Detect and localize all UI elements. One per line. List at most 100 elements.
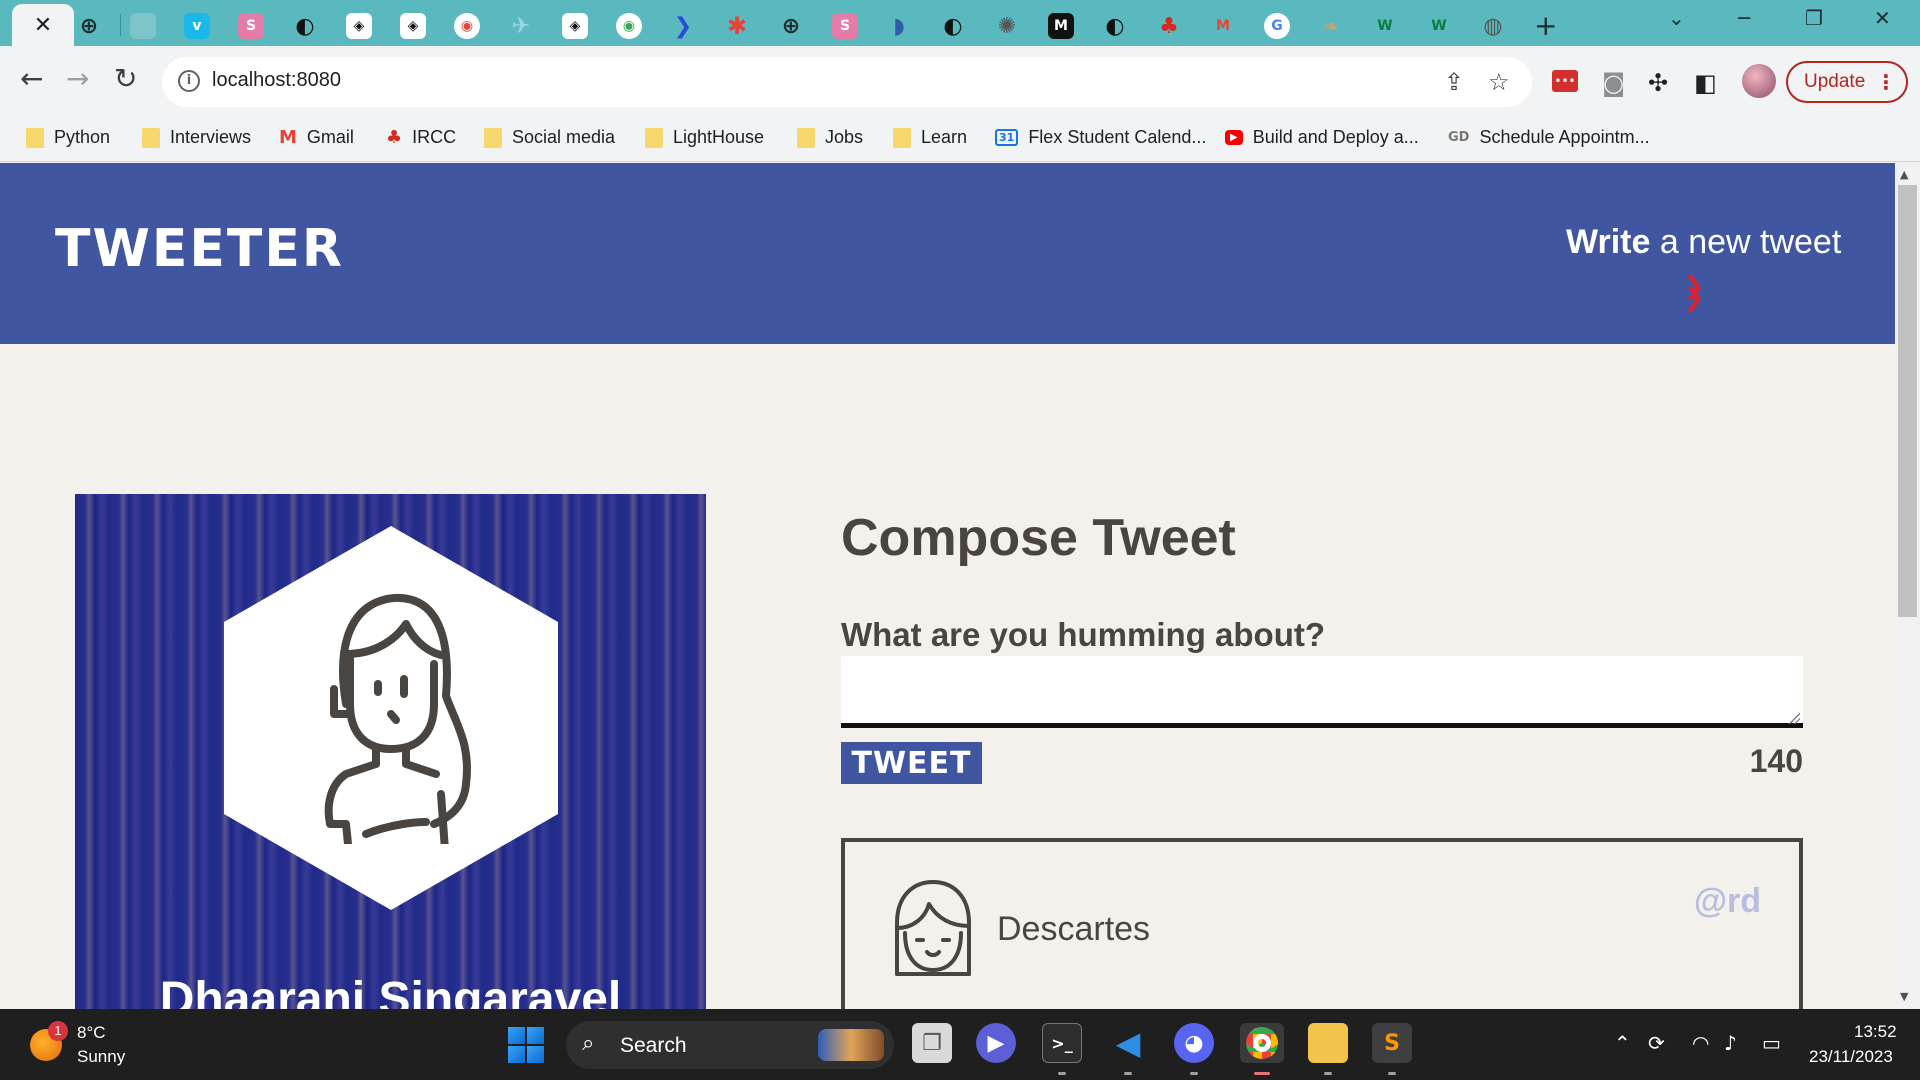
bookmark-label: Python	[54, 127, 111, 147]
tray-overflow-icon[interactable]: ⌃	[1614, 1031, 1631, 1055]
tab-favicon-codepen-icon[interactable]: ◈	[562, 13, 588, 39]
tab-close-icon[interactable]: ✕	[34, 13, 52, 38]
back-button[interactable]: ←	[20, 62, 43, 95]
bookmark-python[interactable]: Python	[26, 127, 110, 148]
bookmark-gmail[interactable]: M Gmail	[279, 127, 354, 148]
calendar-icon: 31	[995, 129, 1019, 146]
sync-icon[interactable]: ⟳	[1648, 1031, 1665, 1055]
scrollbar-thumb[interactable]	[1898, 185, 1917, 617]
tab-favicon-openai-icon[interactable]: ✺	[994, 13, 1020, 39]
tab-favicon-link-icon[interactable]: S	[832, 13, 858, 39]
double-chevron-down-icon[interactable]: ❯ ❯	[1684, 274, 1704, 309]
tab-favicon-maple-leaf-icon[interactable]: ♣	[1156, 13, 1182, 39]
extensions-puzzle-icon[interactable]: ✣	[1648, 69, 1668, 97]
tweet-textarea[interactable]	[841, 656, 1803, 728]
profile-avatar[interactable]	[1742, 64, 1776, 98]
minimize-button[interactable]: ─	[1738, 6, 1750, 30]
bookmark-jobs[interactable]: Jobs	[797, 127, 863, 148]
reload-button[interactable]: ↻	[114, 62, 137, 95]
terminal-icon[interactable]: >_	[1042, 1023, 1082, 1063]
tab-favicon-chrome-icon[interactable]: ◉	[616, 13, 642, 39]
bookmark-build-deploy[interactable]: ▶ Build and Deploy a...	[1225, 127, 1419, 148]
windows-taskbar: 1 8°C Sunny ⌕ Search ❐ ▶ >_ ◀ ◕ S ⌃ ⟳ ◠ …	[0, 1009, 1920, 1080]
gmail-icon: M	[279, 127, 297, 148]
bookmark-ircc[interactable]: ♣ IRCC	[386, 127, 456, 148]
windows-start-icon[interactable]	[508, 1027, 544, 1063]
teams-chat-icon[interactable]: ▶	[976, 1023, 1016, 1063]
forward-button[interactable]: →	[66, 62, 89, 95]
tab-favicon-w-icon[interactable]: W	[1426, 13, 1452, 39]
scroll-up-icon[interactable]: ▲	[1900, 168, 1908, 181]
tab-favicon-github-icon[interactable]: ◐	[940, 13, 966, 39]
tab-favicon-wave-icon[interactable]: ◗	[886, 13, 912, 39]
battery-icon[interactable]: ▭	[1762, 1031, 1781, 1055]
close-window-button[interactable]: ✕	[1874, 6, 1891, 30]
menu-kebab-icon[interactable]: ⋮	[1876, 63, 1896, 101]
bookmark-label: Learn	[921, 127, 968, 147]
tab-favicon-chatgpt-icon[interactable]	[130, 13, 156, 39]
tab-favicon-asterisk-icon[interactable]: ✱	[724, 12, 750, 40]
clock-date[interactable]: 23/11/2023	[1809, 1047, 1893, 1067]
tab-favicon-medium-icon[interactable]: M	[1048, 13, 1074, 39]
extension-red-icon[interactable]: •••	[1552, 70, 1578, 92]
tab-favicon-powershell-icon[interactable]: ❯	[670, 13, 696, 39]
folder-icon	[26, 127, 44, 148]
scroll-down-icon[interactable]: ▼	[1900, 990, 1908, 1003]
bookmark-interviews[interactable]: Interviews	[142, 127, 251, 148]
weather-condition[interactable]: Sunny	[77, 1047, 125, 1067]
folder-icon	[484, 127, 502, 148]
tab-favicon-codepen-icon[interactable]: ◈	[346, 13, 372, 39]
site-info-icon[interactable]: i	[178, 70, 200, 92]
tweet-button[interactable]: TWEET	[841, 742, 982, 784]
tab-favicon-w-icon[interactable]: W	[1372, 13, 1398, 39]
new-tab-button[interactable]: +	[1534, 9, 1557, 42]
tab-favicon-google-icon[interactable]: G	[1264, 13, 1290, 39]
compose-title: Compose Tweet	[841, 509, 1236, 567]
bookmark-social-media[interactable]: Social media	[484, 127, 615, 148]
share-icon[interactable]: ⇪	[1444, 68, 1464, 96]
bookmark-lighthouse[interactable]: LightHouse	[645, 127, 764, 148]
tab-favicon-plus-icon[interactable]: ⊕	[76, 13, 102, 39]
resize-grip-icon[interactable]	[1787, 711, 1800, 724]
vscode-icon[interactable]: ◀	[1108, 1023, 1148, 1063]
tab-favicon-leaf-icon[interactable]: ❧	[1318, 13, 1344, 39]
bookmark-learn[interactable]: Learn	[893, 127, 967, 148]
update-button[interactable]: Update ⋮	[1786, 61, 1908, 103]
tab-favicon-link-icon[interactable]: S	[238, 13, 264, 39]
tab-favicon-github-icon[interactable]: ◐	[1102, 13, 1128, 39]
folder-icon	[893, 127, 911, 148]
weather-temperature[interactable]: 8°C	[77, 1023, 106, 1043]
bookmark-schedule[interactable]: GD Schedule Appointm...	[1448, 127, 1650, 148]
terminal-running-indicator	[1058, 1072, 1066, 1075]
compose-label: What are you humming about?	[841, 616, 1325, 653]
chrome-taskbar-icon[interactable]	[1240, 1023, 1284, 1063]
tab-favicon-plus-icon[interactable]: ⊕	[778, 13, 804, 39]
tab-favicon-github-icon[interactable]: ◐	[292, 13, 318, 39]
bookmark-label: Gmail	[306, 127, 354, 147]
brand-logo[interactable]: TWEETER	[55, 219, 344, 279]
active-tab[interactable]: ✕	[12, 4, 74, 46]
file-explorer-icon[interactable]	[1308, 1023, 1348, 1063]
clock-time[interactable]: 13:52	[1854, 1022, 1897, 1042]
tab-favicon-globe-icon[interactable]: ◍	[1480, 13, 1506, 39]
bookmark-star-icon[interactable]: ☆	[1488, 68, 1510, 96]
side-panel-icon[interactable]: ◧	[1694, 69, 1717, 97]
tab-favicon-gmail-icon[interactable]: M	[1210, 13, 1236, 39]
discord-icon[interactable]: ◕	[1174, 1023, 1214, 1063]
sublime-text-icon[interactable]: S	[1372, 1023, 1412, 1063]
volume-icon[interactable]: ♪	[1724, 1031, 1737, 1055]
address-bar[interactable]: i localhost:8080 ⇪ ☆	[162, 57, 1532, 107]
camera-extension-icon[interactable]: ◙	[1602, 69, 1625, 97]
taskbar-search[interactable]: ⌕ Search	[566, 1021, 894, 1069]
address-url[interactable]: localhost:8080	[212, 69, 341, 92]
restore-button[interactable]: ❐	[1805, 6, 1823, 30]
tab-favicon-plane-icon[interactable]: ✈	[508, 13, 534, 39]
tab-favicon-chrome-icon[interactable]: ◉	[454, 13, 480, 39]
wifi-icon[interactable]: ◠	[1692, 1031, 1709, 1055]
bookmark-flex-calendar[interactable]: 31 Flex Student Calend...	[995, 127, 1206, 148]
tab-favicon-vimeo-icon[interactable]: v	[184, 13, 210, 39]
task-view-icon[interactable]: ❐	[912, 1023, 952, 1063]
tab-favicon-codepen-icon[interactable]: ◈	[400, 13, 426, 39]
write-new-tweet-link[interactable]: Write a new tweet	[1566, 223, 1841, 262]
tab-search-icon[interactable]: ⌄	[1668, 6, 1685, 30]
